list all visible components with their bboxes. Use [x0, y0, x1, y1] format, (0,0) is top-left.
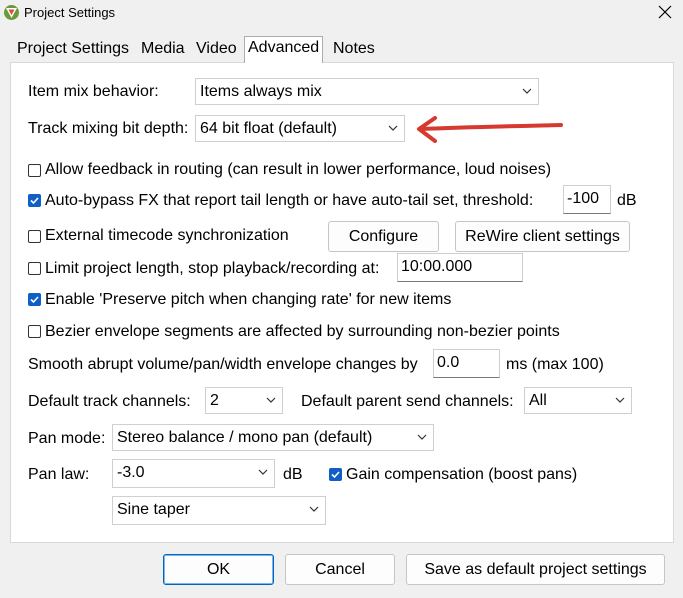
cancel-button[interactable]: Cancel: [285, 554, 395, 585]
track-channels-value: 2: [210, 392, 219, 409]
chevron-down-icon: [266, 397, 276, 403]
chevron-down-icon: [615, 397, 625, 403]
bezier-checkbox[interactable]: [28, 325, 41, 338]
smooth-suffix: ms (max 100): [506, 356, 604, 373]
save-default-button[interactable]: Save as default project settings: [406, 554, 665, 585]
smooth-label: Smooth abrupt volume/pan/width envelope …: [28, 356, 418, 373]
close-icon: [658, 5, 672, 19]
title-bar: Project Settings: [0, 0, 683, 26]
allow-feedback-label: Allow feedback in routing (can result in…: [45, 161, 552, 178]
limit-length-checkbox[interactable]: [28, 262, 41, 275]
external-timecode-label: External timecode synchronization: [45, 227, 289, 244]
smooth-value: 0.0: [437, 354, 460, 371]
pan-law-value: -3.0: [117, 464, 145, 481]
limit-length-value: 10:00.000: [401, 258, 473, 275]
taper-select[interactable]: Sine taper: [112, 496, 326, 525]
gain-compensation-label: Gain compensation (boost pans): [346, 466, 578, 483]
chevron-down-icon: [388, 125, 398, 131]
bezier-label: Bezier envelope segments are affected by…: [45, 323, 560, 340]
tab-video[interactable]: Video: [193, 38, 240, 62]
pan-mode-select[interactable]: Stereo balance / mono pan (default): [112, 424, 434, 451]
allow-feedback-checkbox[interactable]: [28, 164, 41, 177]
chevron-down-icon: [522, 88, 532, 94]
track-channels-select[interactable]: 2: [205, 387, 283, 414]
item-mix-select[interactable]: Items always mix: [195, 78, 539, 105]
auto-bypass-label: Auto-bypass FX that report tail length o…: [45, 192, 534, 209]
external-timecode-checkbox[interactable]: [28, 230, 41, 243]
chevron-down-icon: [309, 506, 319, 512]
threshold-unit: dB: [617, 192, 637, 209]
parent-send-select[interactable]: All: [524, 387, 632, 414]
tab-advanced[interactable]: Advanced: [244, 36, 324, 63]
gain-compensation-checkbox[interactable]: [329, 468, 342, 481]
pan-mode-label: Pan mode:: [28, 430, 106, 447]
advanced-settings-panel: Item mix behavior: Items always mix Trac…: [10, 62, 674, 543]
checkmark-icon: [331, 471, 340, 479]
item-mix-value: Items always mix: [200, 83, 322, 100]
smooth-input[interactable]: 0.0: [433, 349, 500, 378]
chevron-down-icon: [417, 434, 427, 440]
checkmark-icon: [30, 296, 39, 304]
bit-depth-select[interactable]: 64 bit float (default): [195, 115, 405, 142]
window-title: Project Settings: [24, 5, 116, 20]
rewire-settings-button[interactable]: ReWire client settings: [455, 221, 630, 252]
chevron-down-icon: [258, 469, 268, 475]
bit-depth-value: 64 bit float (default): [200, 120, 337, 137]
threshold-input[interactable]: -100: [563, 185, 611, 214]
pan-law-unit: dB: [283, 466, 303, 483]
pan-mode-value: Stereo balance / mono pan (default): [117, 429, 373, 446]
track-channels-label: Default track channels:: [28, 393, 191, 410]
item-mix-label: Item mix behavior:: [28, 83, 159, 100]
annotation-arrow-icon: [417, 116, 563, 143]
parent-send-value: All: [529, 392, 547, 409]
limit-length-input[interactable]: 10:00.000: [397, 253, 523, 282]
close-button[interactable]: [655, 2, 675, 22]
tab-notes[interactable]: Notes: [330, 38, 378, 62]
tab-media[interactable]: Media: [138, 38, 188, 62]
auto-bypass-checkbox[interactable]: [28, 194, 41, 207]
checkmark-icon: [30, 197, 39, 205]
reaper-logo-icon: [4, 5, 19, 20]
pan-law-select[interactable]: -3.0: [112, 459, 275, 488]
pan-law-label: Pan law:: [28, 466, 90, 483]
ok-button[interactable]: OK: [163, 554, 274, 585]
configure-button[interactable]: Configure: [328, 221, 439, 252]
taper-value: Sine taper: [117, 501, 190, 518]
limit-length-label: Limit project length, stop playback/reco…: [45, 260, 380, 277]
preserve-pitch-label: Enable 'Preserve pitch when changing rat…: [45, 291, 452, 308]
threshold-value: -100: [567, 190, 600, 207]
tab-project-settings[interactable]: Project Settings: [14, 38, 132, 62]
parent-send-label: Default parent send channels:: [301, 393, 514, 410]
preserve-pitch-checkbox[interactable]: [28, 293, 41, 306]
bit-depth-label: Track mixing bit depth:: [28, 120, 189, 137]
